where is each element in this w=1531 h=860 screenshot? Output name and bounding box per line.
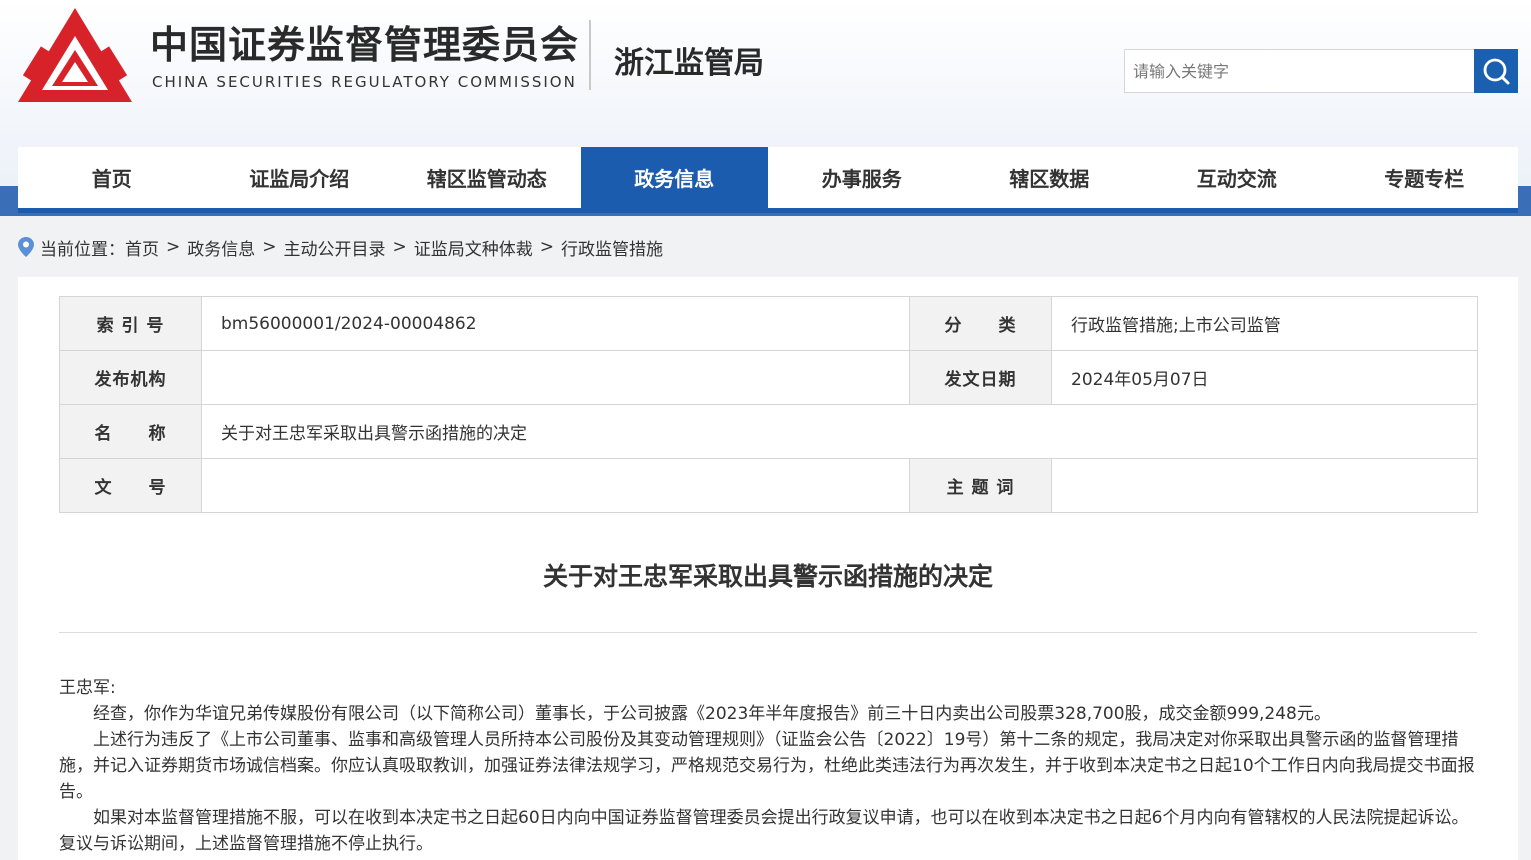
meta-label-docno: 文 号 bbox=[59, 458, 202, 513]
breadcrumb-separator: > bbox=[539, 237, 554, 257]
meta-value-index: bm56000001/2024-00004862 bbox=[201, 296, 910, 351]
nav-item-interaction[interactable]: 互动交流 bbox=[1143, 147, 1331, 208]
meta-row-docno: 文 号 主 题 词 bbox=[59, 458, 1478, 513]
meta-label-name: 名 称 bbox=[59, 404, 202, 459]
nav-item-bureau-intro[interactable]: 证监局介绍 bbox=[206, 147, 394, 208]
document-paragraph: 如果对本监督管理措施不服，可以在收到本决定书之日起60日内向中国证券监督管理委员… bbox=[59, 808, 1469, 854]
content-panel: 索 引 号 bm56000001/2024-00004862 分 类 行政监管措… bbox=[18, 277, 1518, 860]
search-icon bbox=[1483, 58, 1510, 85]
bureau-name: 浙江监管局 bbox=[614, 46, 764, 81]
nav-item-home[interactable]: 首页 bbox=[18, 147, 206, 208]
meta-label-category: 分 类 bbox=[909, 296, 1052, 351]
title-divider bbox=[59, 632, 1477, 633]
breadcrumb-document-types[interactable]: 证监局文种体裁 bbox=[414, 235, 533, 260]
meta-label-date: 发文日期 bbox=[909, 350, 1052, 405]
document-body: 王忠军: 经查，你作为华谊兄弟传媒股份有限公司（以下简称公司）董事长，于公司披露… bbox=[59, 675, 1477, 857]
breadcrumb-prefix: 当前位置： bbox=[40, 239, 125, 260]
nav-item-regional-data[interactable]: 辖区数据 bbox=[956, 147, 1144, 208]
breadcrumb-government-info[interactable]: 政务信息 bbox=[187, 235, 255, 260]
document-paragraph: 经查，你作为华谊兄弟传媒股份有限公司（以下简称公司）董事长，于公司披露《2023… bbox=[93, 704, 1331, 724]
document-salutation: 王忠军: bbox=[59, 678, 116, 698]
search-button[interactable] bbox=[1474, 49, 1518, 93]
breadcrumb-separator: > bbox=[166, 237, 181, 257]
breadcrumb-admin-measures[interactable]: 行政监管措施 bbox=[561, 235, 663, 260]
nav-item-government-info[interactable]: 政务信息 bbox=[580, 147, 768, 208]
meta-label-issuer: 发布机构 bbox=[59, 350, 202, 405]
meta-label-index: 索 引 号 bbox=[59, 296, 202, 351]
meta-value-keywords bbox=[1051, 458, 1478, 513]
location-pin-icon bbox=[18, 237, 34, 257]
brand-name-en: CHINA SECURITIES REGULATORY COMMISSION bbox=[152, 73, 577, 91]
meta-value-docno bbox=[201, 458, 910, 513]
meta-value-date: 2024年05月07日 bbox=[1051, 350, 1478, 405]
meta-value-issuer bbox=[201, 350, 910, 405]
meta-value-name: 关于对王忠军采取出具警示函措施的决定 bbox=[201, 404, 1478, 459]
meta-row-name: 名 称 关于对王忠军采取出具警示函措施的决定 bbox=[59, 404, 1478, 459]
meta-row-issuer: 发布机构 发文日期 2024年05月07日 bbox=[59, 350, 1478, 405]
nav-item-services[interactable]: 办事服务 bbox=[768, 147, 956, 208]
csrc-logo-icon[interactable] bbox=[16, 6, 134, 106]
breadcrumb-home[interactable]: 首页 bbox=[125, 235, 159, 260]
brand-separator bbox=[589, 20, 591, 90]
brand-name-cn: 中国证券监督管理委员会 bbox=[150, 23, 580, 67]
document-meta-table: 索 引 号 bm56000001/2024-00004862 分 类 行政监管措… bbox=[59, 296, 1478, 513]
search-input[interactable] bbox=[1125, 50, 1474, 92]
search-box bbox=[1124, 49, 1474, 93]
document-paragraph: 上述行为违反了《上市公司董事、监事和高级管理人员所持本公司股份及其变动管理规则》… bbox=[59, 730, 1475, 802]
main-nav: 首页 证监局介绍 辖区监管动态 政务信息 办事服务 辖区数据 互动交流 专题专栏 bbox=[18, 147, 1518, 213]
breadcrumb: 当前位置： 首页 > 政务信息 > 主动公开目录 > 证监局文种体裁 > 行政监… bbox=[18, 234, 663, 260]
breadcrumb-disclosure-catalog[interactable]: 主动公开目录 bbox=[284, 235, 386, 260]
meta-label-keywords: 主 题 词 bbox=[909, 458, 1052, 513]
breadcrumb-separator: > bbox=[262, 237, 277, 257]
nav-item-special-topics[interactable]: 专题专栏 bbox=[1331, 147, 1519, 208]
meta-value-category: 行政监管措施;上市公司监管 bbox=[1051, 296, 1478, 351]
nav-item-regional-news[interactable]: 辖区监管动态 bbox=[393, 147, 581, 208]
breadcrumb-separator: > bbox=[392, 237, 407, 257]
document-title: 关于对王忠军采取出具警示函措施的决定 bbox=[542, 562, 993, 591]
meta-row-index: 索 引 号 bm56000001/2024-00004862 分 类 行政监管措… bbox=[59, 296, 1478, 351]
